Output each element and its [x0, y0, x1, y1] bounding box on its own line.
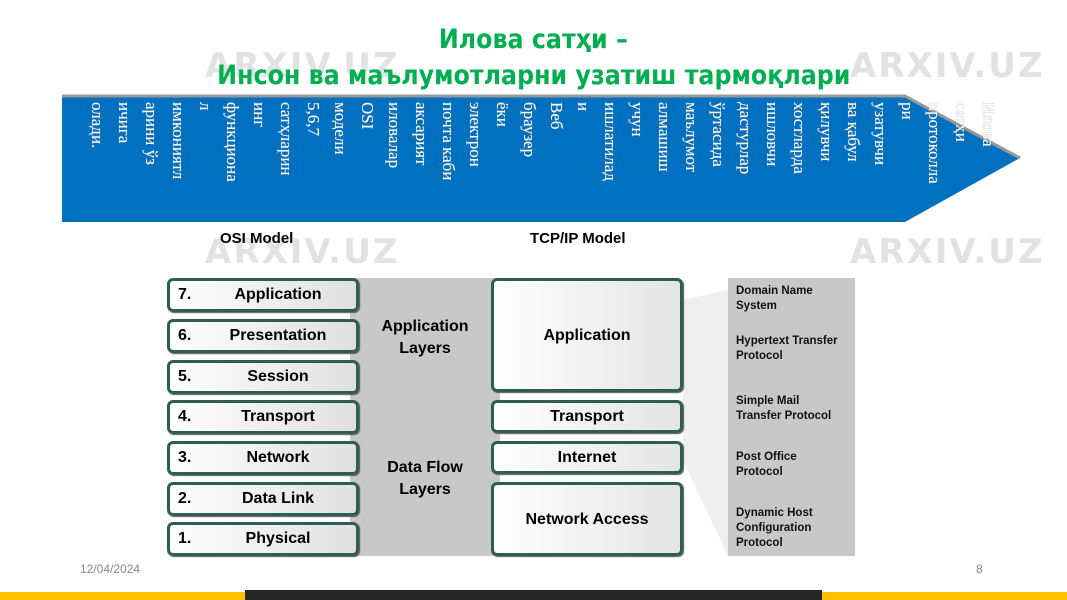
group-application-layers: Application Layers: [381, 318, 469, 357]
arrow-text-line: дастурлар: [736, 102, 755, 175]
osi-layer-number: 3.: [178, 449, 192, 466]
arrow-text-line: аксарият: [412, 102, 431, 166]
arrow-text-line: ўртасида: [709, 102, 728, 167]
protocol-connector: [683, 290, 728, 556]
group-data-flow-layers: Data Flow Layers: [387, 459, 463, 498]
osi-model-header: OSI Model: [220, 230, 294, 247]
arrow-text-line: арини ўз: [142, 102, 161, 165]
arrow-text-line: ри: [898, 102, 917, 120]
osi-layer-label: Data Link: [241, 490, 314, 507]
osi-layer-transport: 4. Transport: [167, 400, 359, 434]
tcp-ip-model-header: TCP/IP Model: [530, 230, 626, 247]
arrow-description-text: Илова сатҳи протоколла ри узатувчи ва қабул қи…: [78, 102, 1002, 218]
osi-layer-number: 2.: [178, 490, 192, 507]
arrow-text-line: и: [574, 102, 593, 112]
osi-layer-label: Physical: [245, 530, 311, 547]
arrow-text-line: ишловчи: [763, 102, 782, 167]
arrow-text-line: электрон: [466, 102, 485, 167]
arrow-text-line: протоколла: [925, 102, 944, 184]
arrow-text-line: ичига: [115, 102, 134, 144]
tcp-layer-transport: Transport: [491, 400, 683, 433]
arrow-text-line: функциона: [223, 102, 242, 182]
osi-layer-application: 7. Application: [167, 278, 359, 312]
osi-layer-network: 3. Network: [167, 441, 359, 475]
arrow-text-line: браузер: [520, 102, 539, 158]
arrow-text-line: сатҳи: [952, 102, 971, 142]
osi-layer-label: Session: [247, 368, 309, 385]
tcp-layer-internet: Internet: [491, 441, 683, 474]
arrow-text-line: қилувчи: [817, 102, 836, 162]
arrow-text-line: маълумот: [682, 102, 701, 173]
osi-layer-label: Transport: [241, 408, 315, 425]
protocol-list: Domain Name System Hypertext Transfer Pro…: [728, 278, 855, 556]
arrow-text-line: Веб: [547, 102, 566, 130]
osi-layer-label: Application: [234, 286, 322, 303]
osi-layer-number: 6.: [178, 327, 192, 344]
osi-layer-number: 5.: [178, 368, 192, 385]
protocol-item: Dynamic Host Configuration Protocol: [736, 507, 813, 549]
footer-date: 12/04/2024: [80, 562, 141, 576]
arrow-text-line: инг: [250, 102, 269, 128]
arrow-text-line: Илова: [979, 102, 998, 147]
osi-layer-session: 5. Session: [167, 360, 359, 394]
arrow-text-line: л: [196, 102, 215, 111]
protocol-item: Hypertext Transfer Protocol: [736, 335, 838, 362]
osi-layer-number: 1.: [178, 530, 192, 547]
arrow-text-line: ёки: [493, 102, 512, 127]
bottom-dark-bar: [245, 590, 822, 600]
arrow-text-line: модели: [331, 102, 350, 155]
arrow-text-line: почта каби: [439, 102, 458, 181]
arrow-text-line: алмашиш: [655, 102, 674, 172]
arrow-text-line: иловалар: [385, 102, 404, 169]
arrow-text-line: хостларда: [790, 102, 809, 174]
arrow-text-line: олади.: [88, 102, 107, 149]
osi-layer-number: 7.: [178, 286, 192, 303]
arrow-text-line: сатҳларин: [277, 102, 296, 176]
arrow-text-line: OSI: [358, 102, 377, 130]
arrow-text-line: узатувчи: [871, 102, 890, 166]
osi-layer-label: Network: [246, 449, 310, 466]
arrow-text-line: учун: [628, 102, 647, 137]
footer-page-number: 8: [976, 562, 983, 576]
protocol-item: Post Office Protocol: [736, 451, 797, 478]
arrow-text-line: 5,6,7: [304, 102, 323, 136]
protocol-item: Domain Name System: [736, 285, 813, 312]
arrow-text-line: ва қабул: [844, 102, 863, 162]
tcp-layer-network-access: Network Access: [491, 482, 683, 556]
arrow-text-line: ишлатилад: [601, 102, 620, 181]
osi-layer-number: 4.: [178, 408, 192, 425]
osi-layer-physical: 1. Physical: [167, 522, 359, 556]
osi-layer-label: Presentation: [229, 327, 327, 344]
protocol-item: Simple Mail Transfer Protocol: [736, 395, 832, 422]
osi-layer-data-link: 2. Data Link: [167, 482, 359, 516]
arrow-text-line: имкониятл: [169, 102, 188, 180]
tcp-layer-application: Application: [491, 278, 683, 392]
osi-layer-presentation: 6. Presentation: [167, 319, 359, 353]
